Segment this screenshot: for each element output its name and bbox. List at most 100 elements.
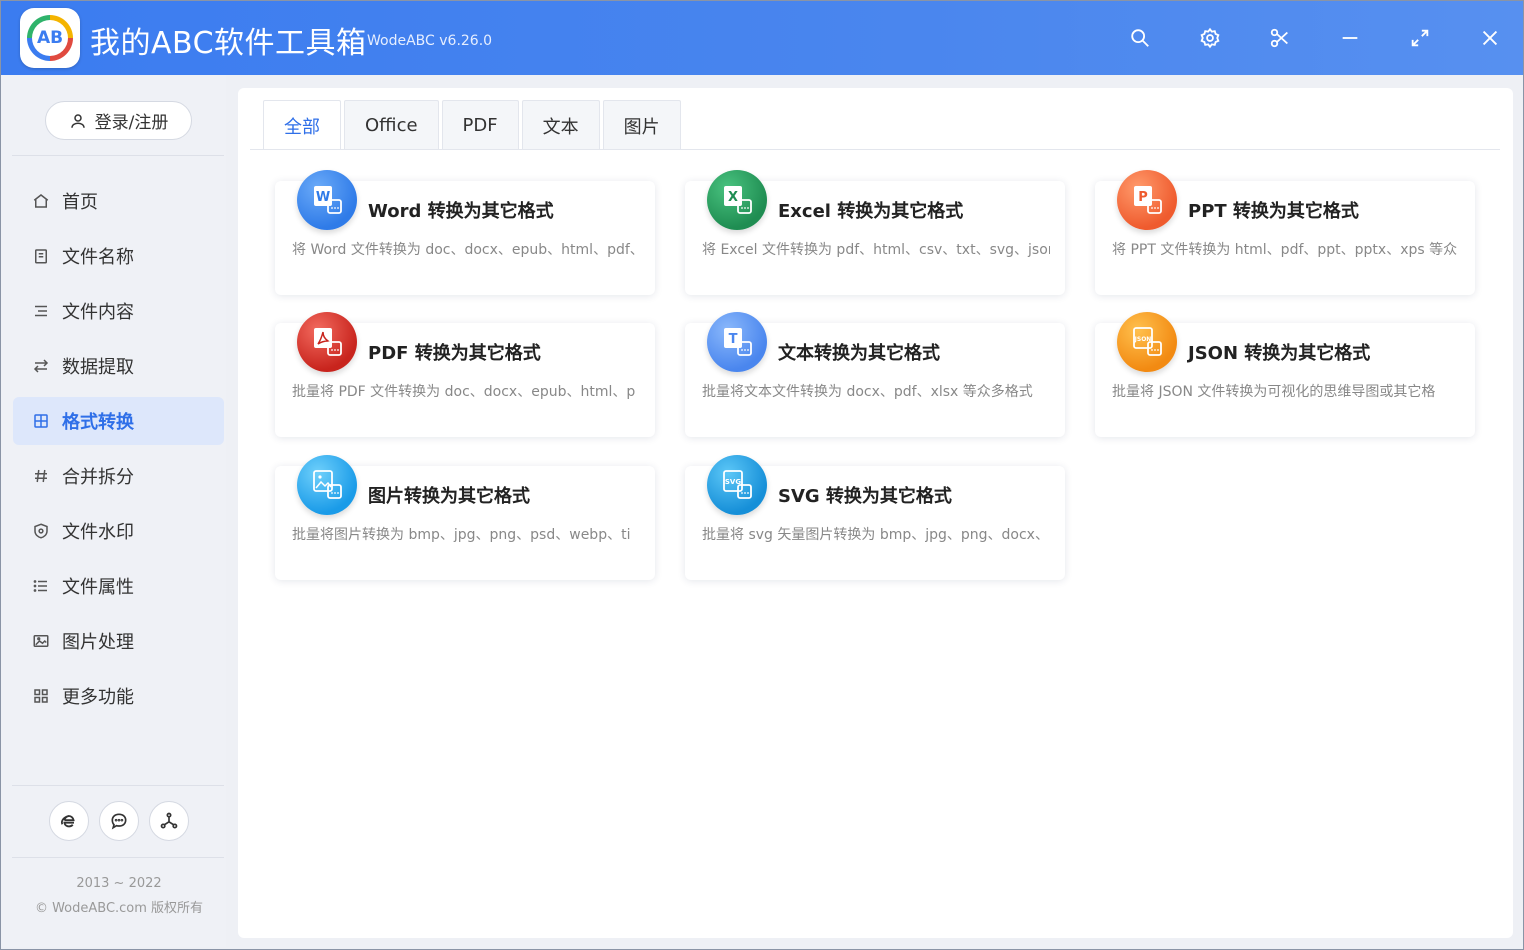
card-title: PDF 转换为其它格式 [368,343,541,364]
logo-text: AB [36,28,64,48]
scissors-icon[interactable] [1266,24,1294,52]
pdf-icon [297,312,357,372]
sidebar: 登录/注册 首页 文件名称 文件内容 数据提取 格式转换 合并拆分 文件水印 文… [0,75,226,947]
user-icon [70,113,85,128]
sidebar-divider [12,155,224,156]
chat-button[interactable] [99,801,139,841]
copyright-years: 2013 ~ 2022 [76,876,162,891]
sidebar-divider [12,785,224,786]
search-icon[interactable] [1126,24,1154,52]
sidebar-item-image-processing[interactable]: 图片处理 [13,617,224,665]
card-title: 图片转换为其它格式 [368,486,530,507]
list-icon [33,580,47,592]
tab-pdf[interactable]: PDF [441,100,519,150]
sidebar-item-label: 文件名称 [62,247,134,268]
main-panel: 全部 Office PDF 文本 图片 W Word 转换为其它格式 将 Wor… [238,88,1513,938]
card-ppt-convert[interactable]: P PPT 转换为其它格式 将 PPT 文件转换为 html、pdf、ppt、p… [1095,170,1475,295]
sidebar-item-format-convert[interactable]: 格式转换 [13,397,224,445]
sidebar-item-label: 更多功能 [62,687,134,708]
card-description: 批量将文本文件转换为 docx、pdf、xlsx 等众多格式 [702,384,1033,400]
maximize-icon[interactable] [1406,24,1434,52]
card-svg-convert[interactable]: SVG SVG 转换为其它格式 批量将 svg 矢量图片转换为 bmp、jpg、… [685,455,1065,580]
json-icon: JSON [1117,312,1177,372]
card-title: Word 转换为其它格式 [368,201,554,222]
card-description: 批量将 JSON 文件转换为可视化的思维导图或其它格 [1112,384,1436,400]
sidebar-item-file-name[interactable]: 文件名称 [13,232,224,280]
file-name-icon [35,249,47,264]
card-description: 将 PPT 文件转换为 html、pdf、ppt、pptx、xps 等众 [1112,242,1458,258]
sidebar-item-label: 文件内容 [62,302,134,323]
tab-office[interactable]: Office [344,100,439,150]
sidebar-item-label: 文件属性 [62,577,134,598]
login-button[interactable]: 登录/注册 [45,101,192,140]
sidebar-item-label: 数据提取 [62,357,134,378]
sidebar-item-label: 图片处理 [62,632,134,653]
app-version: WodeABC v6.26.0 [367,33,493,49]
grid-icon [34,689,48,703]
card-word-convert[interactable]: W Word 转换为其它格式 将 Word 文件转换为 doc、docx、epu… [275,170,655,295]
data-extract-icon [33,359,49,373]
title-bar: AB 我的ABC软件工具箱 WodeABC v6.26.0 [0,0,1524,75]
sidebar-item-label: 格式转换 [62,412,134,433]
minimize-icon[interactable] [1336,24,1364,52]
card-excel-convert[interactable]: X Excel 转换为其它格式 将 Excel 文件转换为 pdf、html、c… [685,170,1065,295]
close-icon[interactable] [1476,24,1504,52]
card-title: 文本转换为其它格式 [778,343,940,364]
hash-icon [35,469,47,483]
card-description: 批量将 PDF 文件转换为 doc、docx、epub、html、p [292,384,636,400]
sidebar-item-home[interactable]: 首页 [13,177,224,225]
card-picture-convert[interactable]: 图片转换为其它格式 批量将图片转换为 bmp、jpg、png、psd、webp、… [275,455,655,580]
card-json-convert[interactable]: JSON JSON 转换为其它格式 批量将 JSON 文件转换为可视化的思维导图… [1095,312,1475,437]
gear-icon[interactable] [1196,24,1224,52]
ppt-icon: P [1117,170,1177,230]
card-title: JSON 转换为其它格式 [1188,343,1371,364]
card-description: 将 Excel 文件转换为 pdf、html、csv、txt、svg、jsor [702,242,1050,258]
tab-text[interactable]: 文本 [521,100,600,150]
sidebar-item-merge-split[interactable]: 合并拆分 [13,452,224,500]
sidebar-item-watermark[interactable]: 文件水印 [13,507,224,555]
login-label: 登录/注册 [94,113,169,133]
picture-icon [297,455,357,515]
excel-icon: X [707,170,767,230]
chat-icon [111,813,127,830]
home-icon [33,194,49,208]
share-icon [160,812,178,829]
card-description: 将 Word 文件转换为 doc、docx、epub、html、pdf、 [292,242,640,258]
sidebar-item-label: 首页 [62,192,98,213]
svg-icon: SVG [707,455,767,515]
text-icon: T [707,312,767,372]
sidebar-item-label: 文件水印 [62,522,134,543]
card-pdf-convert[interactable]: PDF 转换为其它格式 批量将 PDF 文件转换为 doc、docx、epub、… [275,312,655,437]
app-title: 我的ABC软件工具箱 [90,26,367,61]
file-content-icon [35,305,47,317]
shield-icon [34,523,48,539]
card-description: 批量将图片转换为 bmp、jpg、png、psd、webp、ti [292,527,631,543]
app-logo: AB [20,8,80,68]
card-description: 批量将 svg 矢量图片转换为 bmp、jpg、png、docx、 [702,527,1049,543]
browser-button[interactable] [49,801,89,841]
sidebar-item-data-extract[interactable]: 数据提取 [13,342,224,390]
svg-text:X: X [728,190,738,205]
word-icon: W [297,170,357,230]
card-text-convert[interactable]: T 文本转换为其它格式 批量将文本文件转换为 docx、pdf、xlsx 等众多… [685,312,1065,437]
sidebar-divider [12,857,224,858]
card-title: PPT 转换为其它格式 [1188,201,1359,222]
svg-text:T: T [729,332,738,347]
format-convert-icon [34,414,48,428]
sidebar-item-file-content[interactable]: 文件内容 [13,287,224,335]
svg-text:P: P [1138,190,1148,205]
browser-icon [61,815,75,828]
image-icon [33,635,49,647]
logo-ring: AB [27,15,73,61]
tab-image[interactable]: 图片 [602,100,681,150]
sidebar-item-more[interactable]: 更多功能 [13,672,224,720]
sidebar-item-label: 合并拆分 [62,467,134,488]
card-title: Excel 转换为其它格式 [778,201,964,222]
sidebar-item-file-properties[interactable]: 文件属性 [13,562,224,610]
tab-all[interactable]: 全部 [263,100,341,150]
tabs-divider [250,149,1500,150]
category-tabs: 全部 Office PDF 文本 图片 [263,100,681,150]
copyright-text: © WodeABC.com 版权所有 [34,901,204,916]
card-title: SVG 转换为其它格式 [778,486,952,507]
share-button[interactable] [149,801,189,841]
